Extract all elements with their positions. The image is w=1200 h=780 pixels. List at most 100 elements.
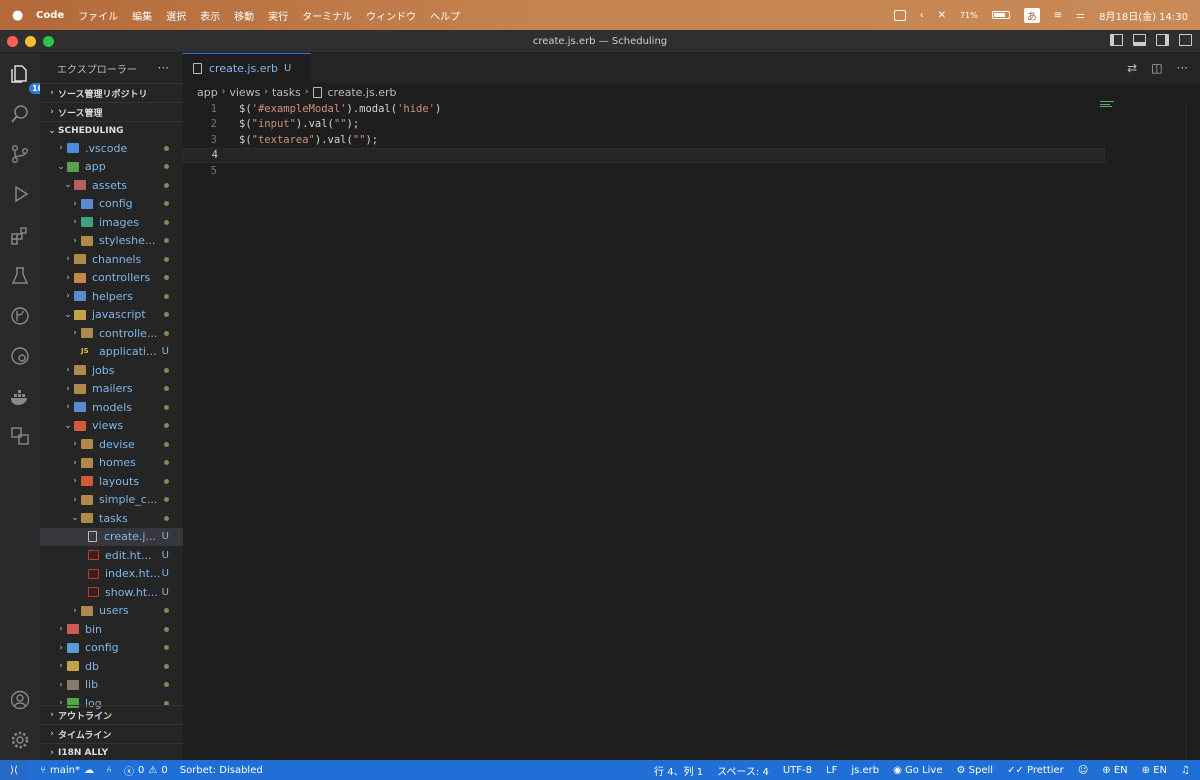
remote-indicator-icon[interactable]: ⟩⟨: [0, 760, 28, 780]
tree-item[interactable]: › config: [40, 195, 183, 214]
menu-item[interactable]: 表示: [200, 8, 220, 23]
tree-item[interactable]: › db: [40, 657, 183, 676]
section-source-control[interactable]: › ソース管理: [40, 102, 183, 121]
tree-item[interactable]: › config: [40, 639, 183, 658]
minimap[interactable]: [1100, 101, 1120, 109]
more-actions-icon[interactable]: ···: [158, 61, 169, 75]
tree-item[interactable]: › homes: [40, 454, 183, 473]
breadcrumb-views[interactable]: views: [229, 86, 260, 99]
editor-scrollbar[interactable]: [1186, 101, 1200, 760]
extensions-icon[interactable]: [9, 225, 31, 247]
testing-icon[interactable]: [9, 265, 31, 287]
tree-item[interactable]: › simple_c...: [40, 491, 183, 510]
toggle-panel-icon[interactable]: [1133, 34, 1146, 46]
tab-create-js-erb[interactable]: create.js.erb U: [183, 53, 311, 83]
app-menu[interactable]: Code: [36, 10, 64, 21]
split-editor-icon[interactable]: ◫: [1151, 61, 1162, 75]
tree-item[interactable]: › layouts: [40, 472, 183, 491]
chevron-left-icon[interactable]: ‹: [920, 10, 924, 21]
clipboard-icon[interactable]: [893, 9, 906, 21]
tree-item[interactable]: › .vscode: [40, 139, 183, 158]
remote-explorer-icon[interactable]: [9, 345, 31, 367]
toggle-primary-sidebar-icon[interactable]: [1110, 34, 1123, 46]
tree-item[interactable]: ⌄ tasks: [40, 509, 183, 528]
tree-item[interactable]: ⌄ app: [40, 158, 183, 177]
language-1[interactable]: ⊕ EN: [1102, 765, 1127, 776]
breadcrumb-tasks[interactable]: tasks: [272, 86, 301, 99]
encoding[interactable]: UTF-8: [783, 765, 812, 776]
run-debug-icon[interactable]: [9, 183, 31, 205]
tree-item[interactable]: › helpers: [40, 287, 183, 306]
tree-item[interactable]: › channels: [40, 250, 183, 269]
go-live-button[interactable]: ◉ Go Live: [893, 765, 942, 776]
tree-item[interactable]: edit.ht... U: [40, 546, 183, 565]
tree-item[interactable]: index.ht... U: [40, 565, 183, 584]
minimize-window-button[interactable]: [25, 35, 36, 47]
code-line[interactable]: 1 $('#exampleModal').modal('hide'): [183, 101, 1103, 117]
tree-item[interactable]: ⌄ javascript: [40, 306, 183, 325]
tree-item[interactable]: › styleshe...: [40, 232, 183, 251]
source-control-icon[interactable]: [9, 143, 31, 165]
i18n-icon[interactable]: [9, 425, 31, 447]
prettier-button[interactable]: ✓✓ Prettier: [1007, 765, 1064, 776]
compare-changes-icon[interactable]: ⇄: [1127, 61, 1137, 75]
git-graph-icon[interactable]: [9, 305, 31, 327]
apple-icon[interactable]: ●: [12, 8, 26, 23]
language-mode[interactable]: js.erb: [851, 765, 879, 776]
tree-item[interactable]: ⌄ views: [40, 417, 183, 436]
code-editor[interactable]: 1 $('#exampleModal').modal('hide') 2 $("inp…: [183, 101, 1105, 179]
feedback-icon[interactable]: ☺: [1078, 765, 1088, 776]
tree-item[interactable]: › devise: [40, 435, 183, 454]
tree-item[interactable]: JS applicati... U: [40, 343, 183, 362]
language-2[interactable]: ⊕ EN: [1142, 765, 1167, 776]
tree-item[interactable]: show.ht... U: [40, 583, 183, 602]
battery-icon[interactable]: [991, 11, 1010, 19]
files-icon[interactable]: 108: [9, 63, 52, 94]
close-window-button[interactable]: [7, 35, 18, 47]
spell-button[interactable]: ⚙ Spell: [957, 765, 994, 776]
tree-item[interactable]: › images: [40, 213, 183, 232]
tree-item[interactable]: › lib: [40, 676, 183, 695]
menu-item[interactable]: ウィンドウ: [366, 8, 416, 23]
section-timeline[interactable]: › タイムライン: [40, 724, 183, 743]
customize-layout-icon[interactable]: [1179, 34, 1192, 46]
tree-item[interactable]: create.j... U: [40, 527, 183, 546]
menu-item[interactable]: ヘルプ: [430, 8, 460, 23]
section-scm-repositories[interactable]: › ソース管理リポジトリ: [40, 83, 183, 102]
clock[interactable]: 8月18日(金) 14:30: [1099, 8, 1188, 23]
tree-item[interactable]: › controlle...: [40, 324, 183, 343]
tree-item[interactable]: ⌄ assets: [40, 176, 183, 195]
account-icon[interactable]: [9, 689, 31, 711]
notifications-bell-icon[interactable]: ♫: [1181, 765, 1190, 776]
tree-item[interactable]: › bin: [40, 620, 183, 639]
section-outline[interactable]: › アウトライン: [40, 705, 183, 724]
code-line[interactable]: 4: [183, 147, 1105, 163]
section-project-folder[interactable]: ⌄ SCHEDULING: [40, 121, 183, 140]
fork-icon[interactable]: ⑃: [106, 765, 112, 776]
code-line[interactable]: 3 $("textarea").val("");: [183, 132, 1103, 148]
breadcrumb-file[interactable]: create.js.erb: [328, 86, 397, 99]
search-icon[interactable]: [9, 103, 31, 125]
git-branch[interactable]: ⑂ main* ☁: [40, 765, 94, 776]
wifi-icon[interactable]: ≋: [1054, 10, 1062, 21]
more-actions-icon[interactable]: ···: [1177, 61, 1188, 75]
mute-icon[interactable]: ✕: [938, 10, 946, 21]
code-line[interactable]: 2 $("input").val("");: [183, 117, 1103, 133]
tree-item[interactable]: › controllers: [40, 269, 183, 288]
tree-item[interactable]: › jobs: [40, 361, 183, 380]
toggle-secondary-sidebar-icon[interactable]: [1156, 34, 1169, 46]
tree-item[interactable]: › mailers: [40, 380, 183, 399]
settings-gear-icon[interactable]: [9, 729, 31, 751]
tree-item[interactable]: › models: [40, 398, 183, 417]
input-method-indicator[interactable]: あ: [1023, 7, 1040, 23]
indentation[interactable]: スペース: 4: [717, 763, 769, 778]
menu-item[interactable]: 移動: [234, 8, 254, 23]
tree-item[interactable]: › users: [40, 602, 183, 621]
docker-icon[interactable]: [9, 387, 31, 409]
menu-item[interactable]: ターミナル: [302, 8, 352, 23]
sorbet-status[interactable]: Sorbet: Disabled: [180, 765, 263, 776]
menu-item[interactable]: 実行: [268, 8, 288, 23]
menu-item[interactable]: ファイル: [78, 8, 118, 23]
breadcrumb-app[interactable]: app: [197, 86, 218, 99]
maximize-window-button[interactable]: [43, 35, 54, 47]
